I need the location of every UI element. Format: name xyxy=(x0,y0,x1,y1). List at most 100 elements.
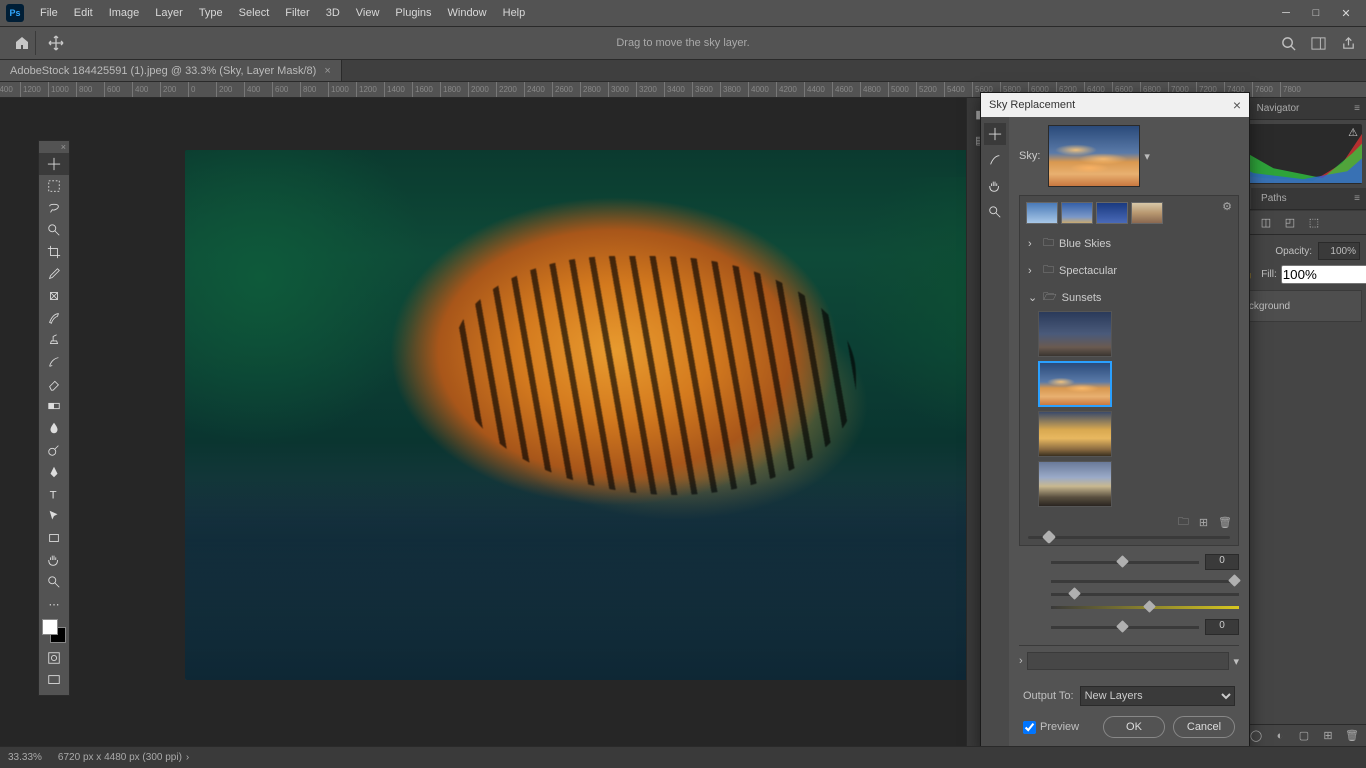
hand-tool-icon[interactable] xyxy=(984,175,1006,197)
menu-help[interactable]: Help xyxy=(495,0,534,26)
history-brush-tool-icon[interactable] xyxy=(39,351,69,373)
type-tool-icon[interactable]: T xyxy=(39,483,69,505)
slider-row[interactable] xyxy=(1051,606,1239,609)
window-maximize-icon[interactable]: □ xyxy=(1302,4,1330,22)
close-icon[interactable]: × xyxy=(1233,97,1241,113)
panel-menu-icon[interactable]: ≡ xyxy=(1348,103,1366,114)
marquee-tool-icon[interactable] xyxy=(39,175,69,197)
brush-tool-icon[interactable] xyxy=(39,307,69,329)
preview-checkbox[interactable]: Preview xyxy=(1023,721,1079,734)
adjustment-layer-icon[interactable]: ◐ xyxy=(1272,728,1288,744)
menu-filter[interactable]: Filter xyxy=(277,0,317,26)
document-canvas[interactable] xyxy=(185,150,1080,680)
move-tool-icon[interactable] xyxy=(39,153,69,175)
folder-sunsets[interactable]: ⌄ 🗁 Sunsets xyxy=(1026,284,1232,311)
move-sky-tool-icon[interactable] xyxy=(984,123,1006,145)
adjust-icon[interactable]: ◰ xyxy=(1281,214,1299,232)
opacity-input[interactable] xyxy=(1318,242,1360,260)
toolbox-collapse-icon[interactable]: × xyxy=(39,141,69,153)
chevron-down-icon[interactable]: ▾ xyxy=(1144,150,1150,163)
share-icon[interactable] xyxy=(1338,33,1358,53)
slider-row[interactable] xyxy=(1051,593,1239,596)
trash-icon[interactable]: 🗑 xyxy=(1344,728,1360,744)
folder-blue-skies[interactable]: › 🗀 Blue Skies xyxy=(1026,230,1232,257)
sunset-thumb[interactable] xyxy=(1038,461,1112,507)
chevron-right-icon[interactable]: › xyxy=(186,752,189,763)
sky-thumb[interactable] xyxy=(1061,202,1093,224)
sky-preset-preview[interactable] xyxy=(1048,125,1140,187)
menu-edit[interactable]: Edit xyxy=(66,0,101,26)
fill-input[interactable] xyxy=(1281,265,1366,284)
sky-brush-tool-icon[interactable] xyxy=(984,149,1006,171)
output-select[interactable]: New Layers xyxy=(1080,686,1235,706)
menu-image[interactable]: Image xyxy=(101,0,148,26)
new-layer-icon[interactable]: ⊞ xyxy=(1320,728,1336,744)
sunset-thumb[interactable] xyxy=(1038,411,1112,457)
zoom-level[interactable]: 33.33% xyxy=(8,752,42,763)
pen-tool-icon[interactable] xyxy=(39,461,69,483)
workspace-icon[interactable] xyxy=(1308,33,1328,53)
document-tab[interactable]: AdobeStock 184425591 (1).jpeg @ 33.3% (S… xyxy=(0,60,342,81)
panel-menu-icon[interactable]: ≡ xyxy=(1348,193,1366,204)
path-select-tool-icon[interactable] xyxy=(39,505,69,527)
eraser-tool-icon[interactable] xyxy=(39,373,69,395)
folder-icon[interactable]: 🗀 xyxy=(1178,513,1189,532)
move-tool-icon[interactable] xyxy=(44,31,68,55)
eyedropper-tool-icon[interactable] xyxy=(39,263,69,285)
quick-select-tool-icon[interactable] xyxy=(39,219,69,241)
color-swatches[interactable] xyxy=(42,619,66,643)
slider-value[interactable]: 0 xyxy=(1205,619,1239,635)
window-close-icon[interactable]: ✕ xyxy=(1332,4,1360,22)
crop-tool-icon[interactable] xyxy=(39,241,69,263)
slider-row[interactable] xyxy=(1051,580,1239,583)
menu-type[interactable]: Type xyxy=(191,0,231,26)
home-icon[interactable] xyxy=(8,31,36,55)
quick-mask-icon[interactable] xyxy=(39,647,69,669)
folder-spectacular[interactable]: › 🗀 Spectacular xyxy=(1026,257,1232,284)
zoom-tool-icon[interactable] xyxy=(39,571,69,593)
menu-plugins[interactable]: Plugins xyxy=(387,0,439,26)
healing-brush-tool-icon[interactable] xyxy=(39,285,69,307)
sky-thumb[interactable] xyxy=(1096,202,1128,224)
hand-tool-icon[interactable] xyxy=(39,549,69,571)
new-preset-icon[interactable]: ⊞ xyxy=(1199,516,1208,529)
edit-toolbar-icon[interactable]: ⋯ xyxy=(39,593,69,615)
lasso-tool-icon[interactable] xyxy=(39,197,69,219)
menu-select[interactable]: Select xyxy=(231,0,278,26)
dodge-tool-icon[interactable] xyxy=(39,439,69,461)
gradient-tool-icon[interactable] xyxy=(39,395,69,417)
tab-navigator[interactable]: Navigator xyxy=(1247,98,1310,119)
sky-thumb[interactable] xyxy=(1026,202,1058,224)
slider-row[interactable]: 0 xyxy=(1051,619,1239,635)
tab-paths[interactable]: Paths xyxy=(1251,188,1297,209)
zoom-tool-icon[interactable] xyxy=(984,201,1006,223)
search-icon[interactable] xyxy=(1278,33,1298,53)
ok-button[interactable]: OK xyxy=(1103,716,1165,738)
menu-layer[interactable]: Layer xyxy=(147,0,191,26)
close-tab-icon[interactable]: × xyxy=(324,65,330,77)
slider-value[interactable]: 0 xyxy=(1205,554,1239,570)
sky-thumb[interactable] xyxy=(1131,202,1163,224)
disclosure-row[interactable]: › ▾ xyxy=(1019,646,1239,676)
thumbnail-size-slider[interactable] xyxy=(1026,532,1232,539)
menu-3d[interactable]: 3D xyxy=(318,0,348,26)
menu-window[interactable]: Window xyxy=(440,0,495,26)
foreground-color-swatch[interactable] xyxy=(42,619,58,635)
sunset-thumb-selected[interactable] xyxy=(1038,361,1112,407)
menu-file[interactable]: File xyxy=(32,0,66,26)
cancel-button[interactable]: Cancel xyxy=(1173,716,1235,738)
preview-check-input[interactable] xyxy=(1023,721,1036,734)
dialog-titlebar[interactable]: Sky Replacement × xyxy=(981,93,1249,117)
adjust-icon[interactable]: ⬚ xyxy=(1305,214,1323,232)
slider-row[interactable]: 0 xyxy=(1051,554,1239,570)
mask-icon[interactable]: ◯ xyxy=(1248,728,1264,744)
trash-icon[interactable]: 🗑 xyxy=(1218,516,1232,529)
screen-mode-icon[interactable] xyxy=(39,669,69,691)
adjust-icon[interactable]: ◫ xyxy=(1257,214,1275,232)
gear-icon[interactable]: ⚙ xyxy=(1222,200,1232,213)
clone-stamp-tool-icon[interactable] xyxy=(39,329,69,351)
sunset-thumb[interactable] xyxy=(1038,311,1112,357)
group-icon[interactable]: ▢ xyxy=(1296,728,1312,744)
menu-view[interactable]: View xyxy=(348,0,388,26)
window-minimize-icon[interactable]: ─ xyxy=(1272,4,1300,22)
